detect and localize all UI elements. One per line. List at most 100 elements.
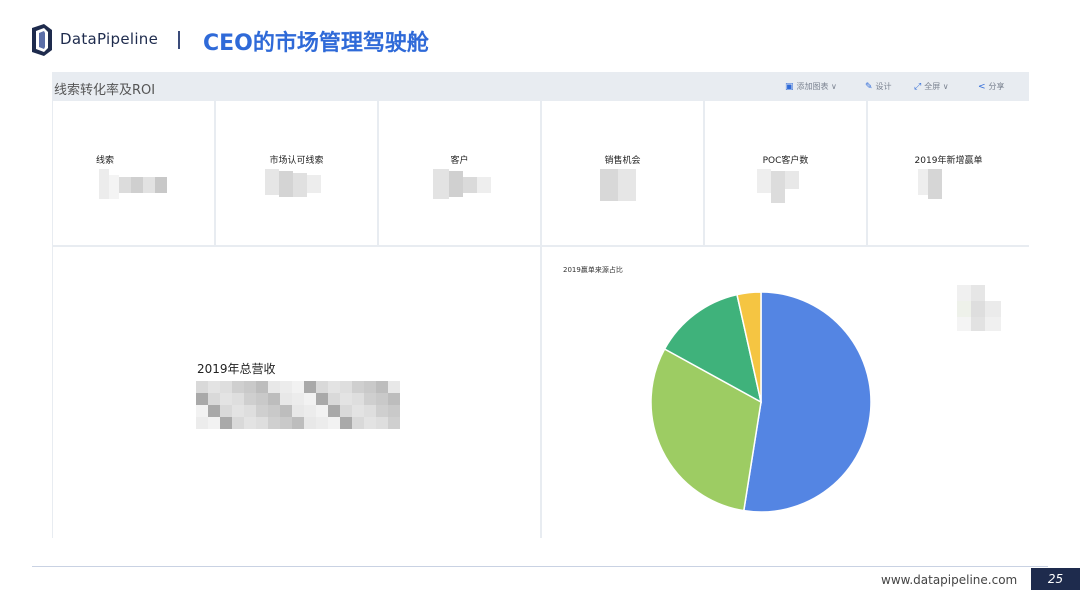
share-button[interactable]: < 分享 [978,81,1005,92]
redaction-pixel [208,381,220,393]
redaction-pixel [388,393,400,405]
brand-name: DataPipeline [60,30,159,48]
redaction-pixel [316,417,328,429]
design-button[interactable]: ✎ 设计 [865,81,892,92]
redaction-pixel [268,381,280,393]
redaction-pixel [232,405,244,417]
redaction-pixel [364,393,376,405]
slide-header: DataPipeline CEO的市场管理驾驶舱 [0,0,1080,72]
revenue-label: 2019年总营收 [197,362,276,376]
design-label: 设计 [875,82,892,91]
redaction-pixel [196,381,208,393]
pie-chart [650,291,872,513]
kpi-value-redacted [918,169,946,199]
redaction-pixel [352,381,364,393]
redaction-pixel [340,393,352,405]
redaction-pixel [316,381,328,393]
redaction-pixel [376,417,388,429]
footer-divider [32,566,1048,567]
redaction-pixel [220,417,232,429]
redaction-pixel [292,417,304,429]
redaction-pixel [244,393,256,405]
redaction-pixel [292,393,304,405]
redaction-pixel [352,417,364,429]
share-label: 分享 [988,82,1005,91]
redaction-pixel [268,393,280,405]
redaction-pixel [256,405,268,417]
redaction-pixel [208,405,220,417]
redaction-pixel [220,393,232,405]
kpi-card-new-wins-2019[interactable]: 2019年新增赢单 [868,101,1029,245]
design-icon: ✎ [865,81,873,92]
redaction-pixel [232,417,244,429]
redaction-pixel [196,393,208,405]
redaction-pixel [268,405,280,417]
share-icon: < [978,81,986,92]
redaction-pixel [304,405,316,417]
redaction-pixel [196,417,208,429]
dashboard-toolbar: 线索转化率及ROI ▣ 添加图表 ∨ ✎ 设计 ⤢ 全屏 ∨ < 分享 [52,72,1029,100]
kpi-label: 2019年新增赢单 [914,156,983,166]
slide-title: CEO的市场管理驾驶舱 [203,31,429,56]
redaction-pixel [232,393,244,405]
kpi-value-redacted [600,169,636,201]
revenue-value-redacted [196,381,400,429]
dashboard-title: 线索转化率及ROI [54,83,156,98]
redaction-pixel [244,381,256,393]
redaction-pixel [364,417,376,429]
kpi-label: 市场认可线索 [269,156,324,166]
redaction-pixel [220,381,232,393]
redaction-pixel [388,417,400,429]
legend-redacted [957,285,1005,333]
kpi-label: POC客户数 [762,156,809,166]
kpi-card-leads[interactable]: 线索 [53,101,214,245]
redaction-pixel [256,393,268,405]
redaction-pixel [388,405,400,417]
redaction-pixel [292,381,304,393]
redaction-pixel [328,381,340,393]
fullscreen-label: 全屏 ∨ [924,82,949,91]
redaction-pixel [196,405,208,417]
kpi-card-customers[interactable]: 客户 [379,101,540,245]
redaction-pixel [304,417,316,429]
redaction-pixel [280,405,292,417]
redaction-pixel [352,393,364,405]
fullscreen-icon: ⤢ [914,81,922,92]
redaction-pixel [256,417,268,429]
redaction-pixel [292,405,304,417]
kpi-card-opportunities[interactable]: 销售机会 [542,101,703,245]
add-chart-button[interactable]: ▣ 添加图表 ∨ [785,81,837,92]
footer-url: www.datapipeline.com [881,573,1018,587]
redaction-pixel [280,417,292,429]
pie-slice-1[interactable] [742,291,872,513]
kpi-value-redacted [99,169,171,199]
kpi-value-redacted [757,169,803,203]
redaction-pixel [376,405,388,417]
redaction-pixel [304,393,316,405]
redaction-pixel [316,405,328,417]
kpi-label: 销售机会 [604,156,641,166]
redaction-pixel [328,405,340,417]
redaction-pixel [364,381,376,393]
redaction-pixel [376,381,388,393]
kpi-label: 客户 [450,156,469,166]
redaction-pixel [232,381,244,393]
kpi-card-mql[interactable]: 市场认可线索 [216,101,377,245]
header-divider [178,31,180,49]
redaction-pixel [328,393,340,405]
redaction-pixel [280,393,292,405]
page-number: 25 [1031,568,1080,590]
kpi-value-redacted [433,169,495,199]
kpi-card-poc-customers[interactable]: POC客户数 [705,101,866,245]
redaction-pixel [376,393,388,405]
redaction-pixel [208,393,220,405]
redaction-pixel [316,393,328,405]
chart-icon: ▣ [785,81,794,92]
revenue-panel[interactable]: 2019年总营收 [53,247,540,538]
fullscreen-button[interactable]: ⤢ 全屏 ∨ [914,81,949,92]
redaction-pixel [304,381,316,393]
redaction-pixel [244,417,256,429]
datapipeline-logo-icon [32,24,52,56]
redaction-pixel [244,405,256,417]
win-source-panel[interactable]: 2019赢单来源占比 [542,247,1029,538]
